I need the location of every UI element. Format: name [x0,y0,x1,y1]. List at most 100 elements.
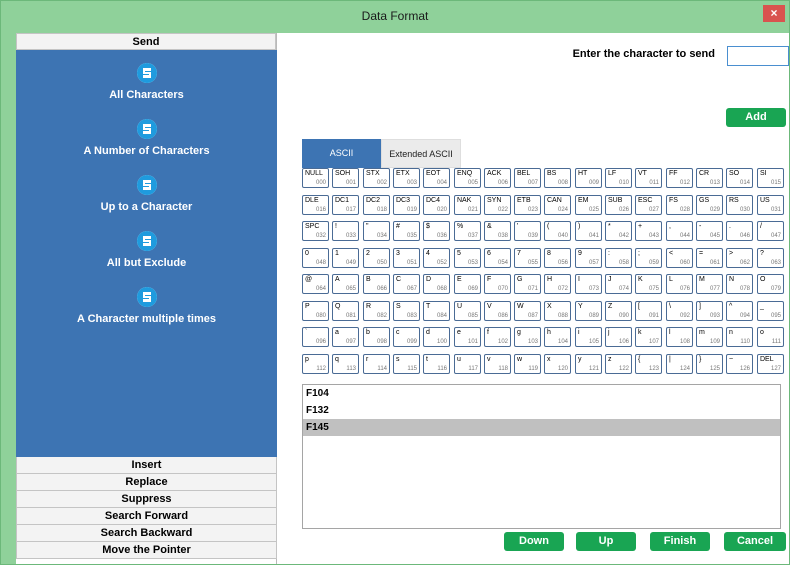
ascii-key[interactable]: SO 014 [726,168,753,188]
ascii-key[interactable]: - 045 [696,221,723,241]
ascii-key[interactable]: 4 052 [423,248,450,268]
ascii-key[interactable]: GS 029 [696,195,723,215]
ascii-key[interactable]: ~126 [726,354,753,374]
close-button[interactable]: × [763,5,785,22]
send-section-header[interactable]: Send [16,33,276,50]
suppress-section-header[interactable]: Suppress [16,491,277,508]
ascii-key[interactable]: G 071 [514,274,541,294]
ascii-key[interactable]: | 124 [666,354,693,374]
ascii-key[interactable]: x 120 [544,354,571,374]
ascii-key[interactable]: k 107 [635,327,662,347]
ascii-key[interactable]: v 118 [484,354,511,374]
move-pointer-section-header[interactable]: Move the Pointer [16,542,277,559]
ascii-key[interactable]: NAK 021 [454,195,481,215]
ascii-key[interactable]: T 084 [423,301,450,321]
ascii-key[interactable]: ESC 027 [635,195,662,215]
ascii-key[interactable]: w 119 [514,354,541,374]
ascii-key[interactable]: SYN 022 [484,195,511,215]
ascii-key[interactable]: Y 089 [575,301,602,321]
ascii-key[interactable]: SOH 001 [332,168,359,188]
ascii-key[interactable]: U 085 [454,301,481,321]
ascii-key[interactable]: b 098 [363,327,390,347]
ascii-key[interactable]: 8 056 [544,248,571,268]
ascii-key[interactable]: ! 033 [332,221,359,241]
ascii-key[interactable]: d 100 [423,327,450,347]
ascii-key[interactable]: o 111 [757,327,784,347]
ascii-key[interactable]: z 122 [605,354,632,374]
ascii-key[interactable]: FS 028 [666,195,693,215]
ascii-key[interactable]: 2 050 [363,248,390,268]
ascii-key[interactable]: ^ 094 [726,301,753,321]
ascii-key[interactable]: ACK 006 [484,168,511,188]
ascii-key[interactable]: DC2 018 [363,195,390,215]
ascii-key[interactable]: CR 013 [696,168,723,188]
ascii-key[interactable]: Z 090 [605,301,632,321]
ascii-key[interactable]: DC4 020 [423,195,450,215]
ascii-key[interactable]: B 066 [363,274,390,294]
ascii-key[interactable]: V 086 [484,301,511,321]
ascii-key[interactable]: & 038 [484,221,511,241]
ascii-key[interactable]: c 099 [393,327,420,347]
ascii-key[interactable]: e 101 [454,327,481,347]
tab-ascii[interactable]: ASCII [302,139,381,168]
ascii-key[interactable]: M 077 [696,274,723,294]
option-up-to-a-character[interactable]: Up to a Character [16,175,277,213]
ascii-key[interactable]: 3 051 [393,248,420,268]
tab-extended-ascii[interactable]: Extended ASCII [381,139,461,168]
ascii-key[interactable]: s 115 [393,354,420,374]
ascii-key[interactable]: ENQ 005 [454,168,481,188]
ascii-key[interactable]: } 125 [696,354,723,374]
ascii-key[interactable]: F 070 [484,274,511,294]
ascii-key[interactable]: ; 059 [635,248,662,268]
ascii-key[interactable]: _ 095 [757,301,784,321]
cancel-button[interactable]: Cancel [724,532,786,551]
ascii-key[interactable]: SI 015 [757,168,784,188]
ascii-key[interactable]: BS 008 [544,168,571,188]
ascii-key[interactable]: SUB 026 [605,195,632,215]
ascii-key[interactable]: LF 010 [605,168,632,188]
ascii-key[interactable]: X 088 [544,301,571,321]
ascii-key[interactable]: 1 049 [332,248,359,268]
ascii-key[interactable]: EM 025 [575,195,602,215]
search-backward-section-header[interactable]: Search Backward [16,525,277,542]
option-all-but-exclude[interactable]: All but Exclude [16,231,277,269]
selected-characters-list[interactable]: F104 F132 F145 [302,384,781,529]
ascii-key[interactable]: l 108 [666,327,693,347]
ascii-key[interactable]: Q 081 [332,301,359,321]
ascii-key[interactable]: +043 [635,221,662,241]
ascii-key[interactable]: P 080 [302,301,329,321]
ascii-key[interactable]: L 076 [666,274,693,294]
ascii-key[interactable]: CAN 024 [544,195,571,215]
ascii-key[interactable]: r 114 [363,354,390,374]
ascii-key[interactable]: STX 002 [363,168,390,188]
ascii-key[interactable]: HT 009 [575,168,602,188]
ascii-key[interactable]: <060 [666,248,693,268]
ascii-key[interactable]: / 047 [757,221,784,241]
ascii-key[interactable]: S 083 [393,301,420,321]
ascii-key[interactable]: f 102 [484,327,511,347]
ascii-key[interactable]: * 042 [605,221,632,241]
ascii-key[interactable]: g 103 [514,327,541,347]
ascii-key[interactable]: a 097 [332,327,359,347]
ascii-key[interactable]: BEL 007 [514,168,541,188]
ascii-key[interactable]: FF 012 [666,168,693,188]
ascii-key[interactable]: H 072 [544,274,571,294]
ascii-key[interactable]: R 082 [363,301,390,321]
title-bar[interactable]: Data Format × [1,1,789,31]
replace-section-header[interactable]: Replace [16,474,277,491]
ascii-key[interactable]: J 074 [605,274,632,294]
ascii-key[interactable]: y 121 [575,354,602,374]
ascii-key[interactable]: A 065 [332,274,359,294]
ascii-key[interactable]: {123 [635,354,662,374]
ascii-key[interactable]: RS 030 [726,195,753,215]
ascii-key[interactable]: n 110 [726,327,753,347]
ascii-key[interactable]: US 031 [757,195,784,215]
ascii-key[interactable]: O 079 [757,274,784,294]
ascii-key[interactable]: E 069 [454,274,481,294]
ascii-key[interactable]: 7 055 [514,248,541,268]
down-button[interactable]: Down [504,532,564,551]
ascii-key[interactable]: j 106 [605,327,632,347]
ascii-key[interactable]: ` 096 [302,327,329,347]
list-item-selected[interactable]: F145 [303,419,780,436]
ascii-key[interactable]: SPC 032 [302,221,329,241]
